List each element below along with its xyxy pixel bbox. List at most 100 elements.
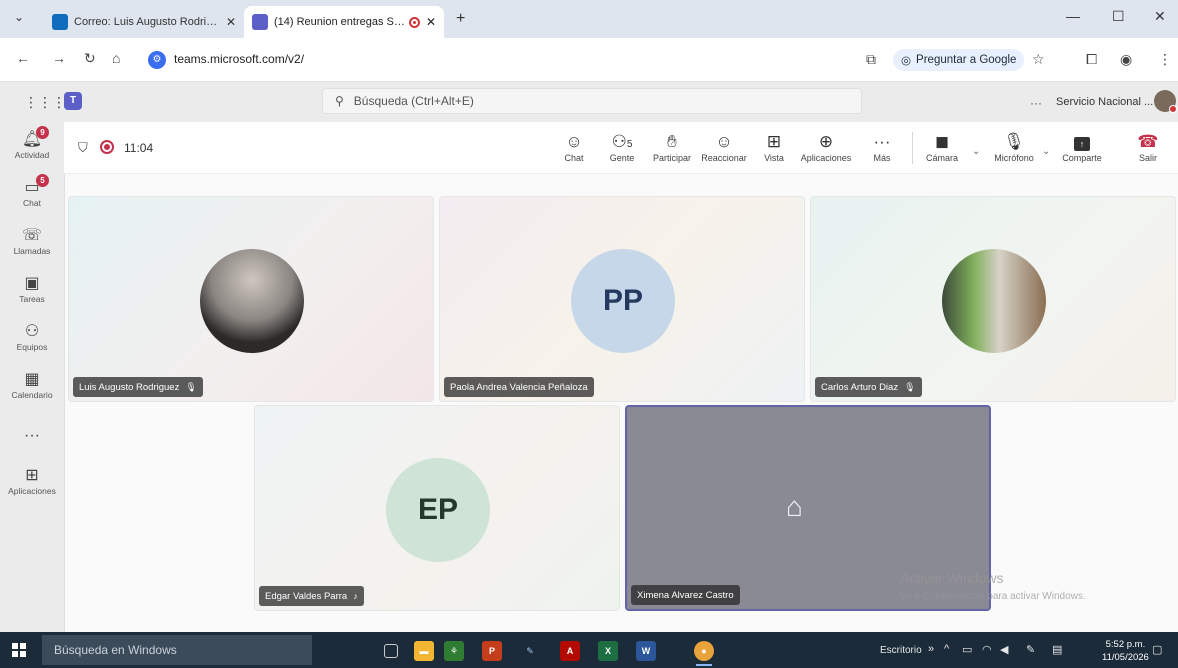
hidden-icons-chevron-icon[interactable]: ^ bbox=[944, 643, 949, 655]
desktop-toolbar-label[interactable]: Escritorio bbox=[880, 645, 922, 656]
keyboard-icon[interactable]: ▤ bbox=[1052, 643, 1062, 656]
taskbar-clock[interactable]: 5:52 p.m. 11/05/2026 bbox=[1102, 638, 1149, 664]
close-window-icon[interactable]: ✕ bbox=[1154, 8, 1166, 25]
file-explorer-icon[interactable]: ▬ bbox=[414, 641, 434, 661]
participant-name: Luis Augusto Rodriguez bbox=[79, 381, 180, 393]
camera-options-chevron-icon[interactable]: ⌄ bbox=[972, 146, 980, 157]
chrome-icon[interactable]: ● bbox=[694, 641, 714, 666]
rail-item-tareas[interactable]: ▣ Tareas bbox=[0, 274, 64, 304]
mic-options-chevron-icon[interactable]: ⌄ bbox=[1042, 146, 1050, 157]
rail-label: Llamadas bbox=[13, 246, 51, 256]
camera-button[interactable]: ◼︎ Cámara bbox=[912, 131, 972, 163]
participant-name: Carlos Arturo Diaz bbox=[821, 381, 899, 393]
app-icon[interactable]: ⚘ bbox=[444, 641, 464, 661]
word-icon[interactable]: W bbox=[636, 641, 656, 661]
tab-search-chevron-icon[interactable]: ⌄ bbox=[14, 10, 24, 24]
browser-menu-icon[interactable]: ⋮ bbox=[1158, 51, 1172, 68]
app-launcher-icon[interactable]: ⋮⋮⋮ bbox=[24, 94, 66, 111]
taskbar-search-input[interactable]: Búsqueda en Windows bbox=[42, 635, 312, 665]
chat-badge: 5 bbox=[36, 174, 49, 187]
raise-hand-button[interactable]: ✋︎ Participar bbox=[642, 131, 702, 163]
avatar bbox=[942, 249, 1046, 353]
participant-name: Edgar Valdes Parra bbox=[265, 590, 348, 602]
avatar-initials: PP bbox=[602, 284, 644, 317]
more-button[interactable]: ··· Más bbox=[852, 131, 912, 163]
search-icon: ⚲ bbox=[335, 94, 344, 108]
clock-date: 11/05/2026 bbox=[1102, 652, 1149, 663]
hang-up-icon: ☎︎ bbox=[1137, 132, 1159, 151]
participant-tile[interactable]: Carlos Arturo Diaz 🎙︎ bbox=[810, 196, 1176, 402]
more-label: Más bbox=[873, 153, 891, 163]
powerpoint-icon[interactable]: P bbox=[482, 641, 502, 661]
home-icon[interactable]: ⌂ bbox=[112, 50, 120, 66]
search-input[interactable]: ⚲ Búsqueda (Ctrl+Alt+E) bbox=[322, 88, 862, 114]
new-tab-button[interactable]: + bbox=[456, 10, 465, 28]
chat-icon: ▭ 5 bbox=[0, 174, 64, 198]
tab-outlook[interactable]: Correo: Luis Augusto Rodriguez ✕ bbox=[44, 6, 244, 38]
raise-label: Participar bbox=[652, 153, 691, 163]
tasks-icon: ▣ bbox=[24, 275, 40, 292]
share-button[interactable]: ↑ Comparte bbox=[1052, 131, 1112, 163]
more-icon: ··· bbox=[24, 427, 40, 444]
close-tab-icon[interactable]: ✕ bbox=[226, 15, 236, 29]
pdf-reader-icon[interactable]: A bbox=[560, 641, 580, 661]
participant-tile[interactable]: PP Paola Andrea Valencia Peñaloza bbox=[439, 196, 805, 402]
pen-icon[interactable]: ✎ bbox=[1026, 643, 1035, 656]
shield-icon: ⛉ bbox=[78, 140, 88, 155]
site-info-icon[interactable]: ⚙ bbox=[148, 51, 166, 69]
windows-start-icon[interactable] bbox=[12, 643, 26, 657]
avatar[interactable] bbox=[1154, 90, 1177, 113]
participant-name-chip: Paola Andrea Valencia Peñaloza bbox=[444, 377, 594, 397]
rail-item-aplicaciones[interactable]: ⊞ Aplicaciones bbox=[0, 466, 64, 496]
rail-label: Equipos bbox=[16, 342, 48, 352]
battery-icon[interactable]: ▭ bbox=[962, 643, 972, 656]
rail-label: Actividad bbox=[14, 150, 50, 160]
notifications-icon[interactable]: ▢ bbox=[1152, 643, 1162, 656]
maximize-icon[interactable]: ☐ bbox=[1112, 8, 1125, 25]
tab-title: Correo: Luis Augusto Rodriguez bbox=[74, 16, 220, 28]
extensions-icon[interactable]: ⧠ bbox=[1086, 51, 1097, 68]
tab-title: (14) Reunion entregas Sum bbox=[274, 16, 405, 28]
speaking-icon: ♪ bbox=[353, 591, 358, 601]
view-label: Vista bbox=[764, 153, 784, 163]
rail-item-actividad[interactable]: 🔔︎ 9 Actividad bbox=[0, 126, 64, 160]
avatar: PP bbox=[571, 249, 675, 353]
mic-button[interactable]: 🎙︎ Micrófono bbox=[984, 131, 1044, 163]
minimize-icon[interactable]: — bbox=[1066, 8, 1080, 24]
leave-button[interactable]: ☎︎ Salir bbox=[1118, 131, 1178, 163]
close-tab-icon[interactable]: ✕ bbox=[426, 15, 436, 29]
url-field[interactable]: teams.microsoft.com/v2/ bbox=[174, 52, 304, 66]
task-view-icon[interactable] bbox=[384, 644, 398, 658]
view-button[interactable]: ⊞ Vista bbox=[744, 131, 804, 163]
paint-icon[interactable]: ✎ bbox=[520, 641, 540, 661]
activity-badge: 9 bbox=[36, 126, 49, 139]
tab-teams-meeting[interactable]: (14) Reunion entregas Sum ✕ bbox=[244, 6, 444, 38]
cast-icon[interactable]: ⧉ bbox=[866, 51, 876, 68]
profile-icon[interactable]: ◉ bbox=[1120, 51, 1132, 68]
reload-icon[interactable]: ↻ bbox=[84, 50, 96, 67]
participant-tile[interactable]: Luis Augusto Rodriguez 🎙︎ bbox=[68, 196, 434, 402]
wifi-icon[interactable]: ◠ bbox=[982, 643, 992, 656]
apps-button[interactable]: ⊕ Aplicaciones bbox=[796, 131, 856, 163]
settings-more-icon[interactable]: ··· bbox=[1030, 96, 1042, 110]
excel-icon[interactable]: X bbox=[598, 641, 618, 661]
forward-icon[interactable]: → bbox=[52, 50, 66, 66]
rail-item-equipos[interactable]: ⚇ Equipos bbox=[0, 322, 64, 352]
rail-label: Calendario bbox=[11, 390, 53, 400]
ask-google-button[interactable]: ◎ Preguntar a Google bbox=[893, 49, 1025, 71]
volume-icon[interactable]: ◀︎ bbox=[1000, 643, 1008, 656]
rail-item-more[interactable]: ··· bbox=[0, 426, 64, 446]
rail-item-calendario[interactable]: ▦ Calendario bbox=[0, 370, 64, 400]
back-icon[interactable]: ← bbox=[16, 50, 30, 66]
people-count: 5 bbox=[626, 139, 633, 150]
org-name[interactable]: Servicio Nacional ... bbox=[1056, 96, 1153, 108]
participant-tile[interactable]: EP Edgar Valdes Parra ♪ bbox=[254, 405, 620, 611]
bookmark-star-icon[interactable]: ☆ bbox=[1032, 51, 1045, 68]
apps-icon: ⊞ bbox=[25, 467, 39, 484]
grid-view-icon: ⊞ bbox=[766, 132, 782, 151]
recording-indicator-icon bbox=[408, 16, 420, 28]
rail-item-llamadas[interactable]: ☏ Llamadas bbox=[0, 226, 64, 256]
participant-name-chip: Ximena Alvarez Castro bbox=[631, 585, 740, 605]
rail-item-chat[interactable]: ▭ 5 Chat bbox=[0, 174, 64, 208]
tray-expand-icon[interactable]: » bbox=[928, 643, 934, 655]
